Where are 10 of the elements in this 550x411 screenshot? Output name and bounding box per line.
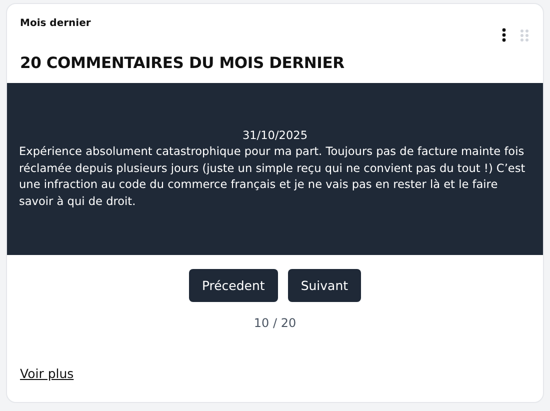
comment-date: 31/10/2025 — [241, 128, 309, 144]
card-title: 20 COMMENTAIRES DU MOIS DERNIER — [20, 54, 344, 72]
comment-text: Expérience absolument catastrophique pour ma part. Toujours pas de facture mainte fois réclamée depuis plusieurs jours (juste un simple reçu qui ne convient pas du tout !) C’est une infraction au code du commerce français et je ne vais pas en rester là et le faire savoir à qui de droit. — [19, 144, 526, 210]
more-options-icon[interactable] — [502, 28, 506, 42]
next-button[interactable]: Suivant — [288, 269, 362, 302]
see-more-link[interactable]: Voir plus — [20, 366, 74, 381]
page-counter: 10 / 20 — [254, 316, 296, 330]
drag-handle-icon[interactable] — [520, 28, 529, 42]
card-subtitle: Mois dernier — [20, 18, 91, 31]
previous-button[interactable]: Précedent — [188, 269, 278, 302]
